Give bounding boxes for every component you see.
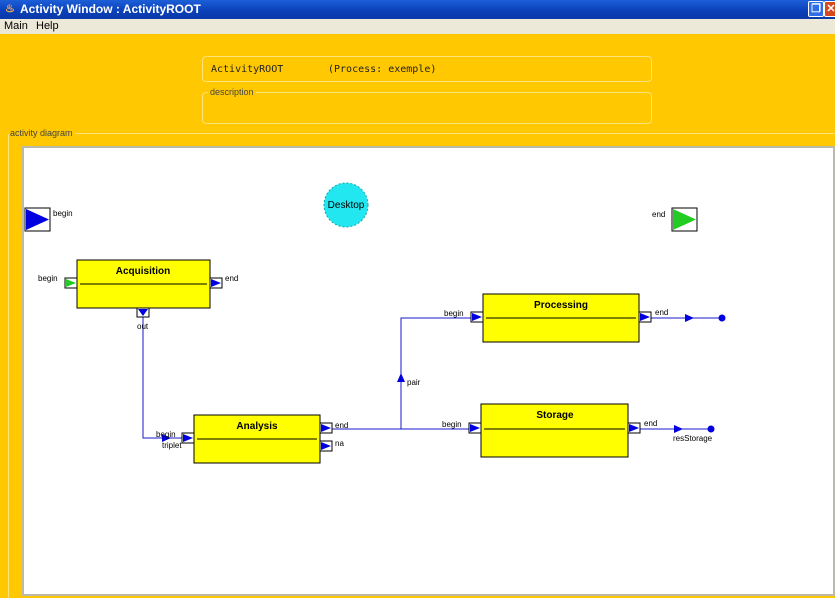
menu-help[interactable]: Help	[36, 20, 59, 32]
port-label: na	[335, 439, 344, 448]
menu-main[interactable]: Main	[4, 20, 28, 32]
global-end-label: end	[652, 210, 665, 219]
port-label: triplet	[162, 441, 182, 450]
global-begin-node[interactable]	[24, 207, 51, 232]
storage-output-dot[interactable]	[707, 425, 715, 433]
pair-label: pair	[407, 378, 421, 387]
arrow-icon	[674, 425, 683, 433]
global-begin-label: begin	[53, 209, 73, 218]
port-label: begin	[444, 309, 464, 318]
activity-diagram-canvas[interactable]: begin end Desktop Acquisition begin end …	[22, 146, 835, 596]
connector-pair-processing[interactable]	[400, 317, 474, 429]
restore-button[interactable]: ❐	[808, 1, 824, 17]
port-label: end	[644, 419, 657, 428]
global-end-node[interactable]	[671, 207, 698, 232]
desktop-label: Desktop	[328, 200, 365, 211]
port-label: begin	[156, 430, 176, 439]
activity-title: Acquisition	[116, 266, 170, 277]
activity-title: Analysis	[236, 421, 278, 432]
diagram-svg: begin end Desktop Acquisition begin end …	[24, 182, 726, 464]
activity-title: Storage	[536, 410, 574, 421]
activity-name: ActivityROOT	[211, 64, 284, 75]
window-title: Activity Window : ActivityROOT	[20, 2, 201, 16]
connector-acq-analysis[interactable]	[142, 317, 182, 439]
title-bar: ♨ Activity Window : ActivityROOT ❐ ✕	[0, 0, 835, 19]
port-label: end	[335, 421, 348, 430]
arrow-up-icon	[397, 373, 405, 382]
group-border	[8, 133, 835, 134]
description-field[interactable]	[202, 92, 652, 124]
group-border-left	[8, 134, 9, 598]
result-label: resStorage	[673, 434, 713, 443]
process-name: (Process: exemple)	[328, 64, 437, 75]
port-label: begin	[442, 420, 462, 429]
java-app-icon: ♨	[5, 3, 15, 15]
processing-output-dot[interactable]	[718, 314, 726, 322]
port-label: out	[137, 322, 149, 331]
activity-diagram-label: activity diagram	[8, 128, 75, 138]
description-label: description	[208, 87, 256, 97]
port-label: end	[225, 274, 238, 283]
arrow-icon	[685, 314, 694, 322]
activity-title: Processing	[534, 300, 588, 311]
activity-header: ActivityROOT (Process: exemple)	[202, 56, 652, 82]
menu-bar: Main Help	[0, 19, 835, 34]
port-label: begin	[38, 274, 58, 283]
close-button[interactable]: ✕	[824, 1, 835, 17]
port-label: end	[655, 308, 668, 317]
